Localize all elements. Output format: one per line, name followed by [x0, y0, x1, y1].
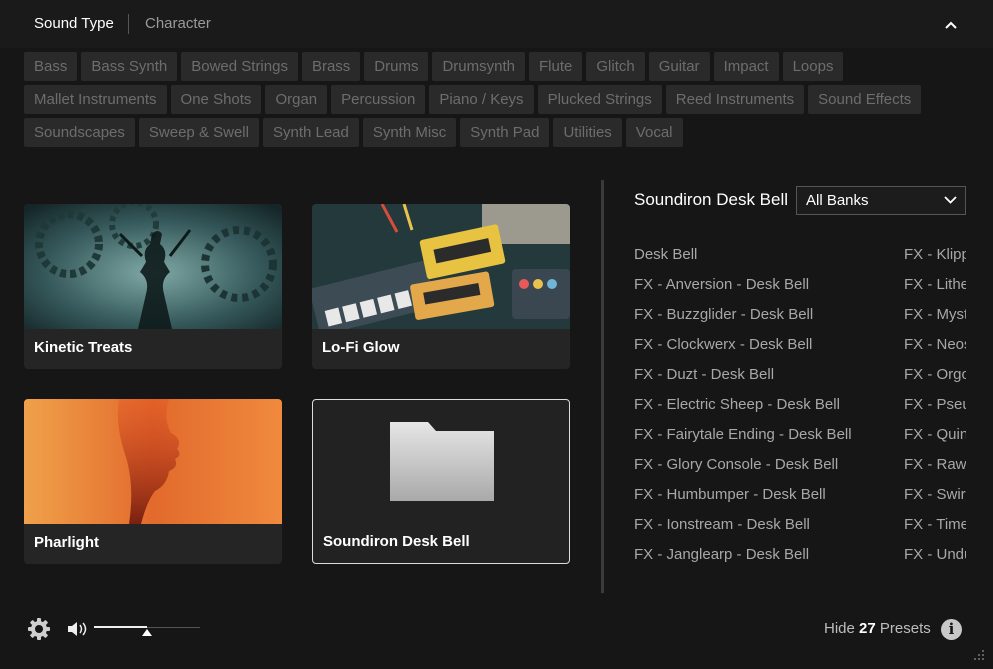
tag-synth-pad[interactable]: Synth Pad: [460, 118, 550, 147]
tab-character[interactable]: Character: [145, 15, 211, 32]
preset-list-col-2: FX - Klipp FX - Lithe FX - Myst FX - Neo…: [904, 245, 966, 575]
tag-piano-keys[interactable]: Piano / Keys: [429, 85, 534, 114]
speaker-icon[interactable]: [66, 619, 88, 639]
card-title: Lo-Fi Glow: [322, 339, 400, 356]
hide-label: Hide: [824, 620, 855, 637]
info-icon[interactable]: i: [941, 619, 962, 640]
tab-sound-type[interactable]: Sound Type: [34, 15, 114, 32]
hide-presets-button[interactable]: Hide 27 Presets: [824, 620, 931, 637]
preset-item[interactable]: FX - Duzt - Desk Bell: [634, 366, 774, 383]
tag-brass[interactable]: Brass: [301, 52, 361, 81]
product-card-kinetic-treats[interactable]: Kinetic Treats: [24, 204, 282, 369]
preset-item[interactable]: FX - Lithe: [904, 275, 966, 305]
preset-item[interactable]: FX - Time: [904, 515, 966, 545]
product-card-pharlight[interactable]: Pharlight: [24, 399, 282, 564]
preset-item[interactable]: FX - Glory Console - Desk Bell: [634, 456, 838, 473]
sound-type-tags: Bass Bass Synth Bowed Strings Brass Drum…: [24, 52, 954, 151]
card-title: Soundiron Desk Bell: [323, 533, 470, 550]
tag-impact[interactable]: Impact: [713, 52, 779, 81]
preset-item[interactable]: FX - Swirl: [904, 485, 966, 515]
tag-loops[interactable]: Loops: [782, 52, 844, 81]
tag-row-3: Soundscapes Sweep & Swell Synth Lead Syn…: [24, 118, 954, 147]
bank-dropdown-value: All Banks: [806, 192, 869, 209]
resize-grip-icon[interactable]: [970, 646, 986, 662]
volume-fill: [94, 626, 147, 628]
pharlight-artwork: [24, 399, 282, 524]
tag-synth-misc[interactable]: Synth Misc: [362, 118, 457, 147]
preset-item[interactable]: FX - Clockwerx - Desk Bell: [634, 336, 812, 353]
tag-bowed-strings[interactable]: Bowed Strings: [181, 52, 298, 81]
preset-item[interactable]: FX - Pseu: [904, 395, 966, 425]
preset-item[interactable]: FX - Neos: [904, 335, 966, 365]
tab-divider: [128, 14, 129, 34]
tag-percussion[interactable]: Percussion: [331, 85, 426, 114]
presets-label: Presets: [879, 620, 931, 637]
preset-item[interactable]: FX - Orgo: [904, 365, 966, 395]
tag-bass-synth[interactable]: Bass Synth: [81, 52, 178, 81]
product-title: Soundiron Desk Bell: [634, 190, 789, 209]
panel-divider[interactable]: [601, 180, 604, 593]
tag-sound-effects[interactable]: Sound Effects: [808, 85, 922, 114]
tag-reed-instruments[interactable]: Reed Instruments: [665, 85, 805, 114]
lo-fi-glow-artwork: [312, 204, 570, 329]
preset-count: 27: [859, 620, 876, 637]
folder-icon: [390, 422, 494, 501]
preset-item[interactable]: FX - Undu: [904, 545, 966, 575]
preset-item[interactable]: FX - Rawg: [904, 455, 966, 485]
preset-item[interactable]: FX - Ionstream - Desk Bell: [634, 516, 810, 533]
product-card-soundiron-desk-bell[interactable]: Soundiron Desk Bell: [312, 399, 570, 564]
tag-vocal[interactable]: Vocal: [625, 118, 683, 147]
preset-item[interactable]: FX - Fairytale Ending - Desk Bell: [634, 426, 852, 443]
bank-dropdown[interactable]: All Banks: [796, 186, 966, 215]
tag-glitch[interactable]: Glitch: [586, 52, 645, 81]
tag-guitar[interactable]: Guitar: [648, 52, 710, 81]
card-title: Kinetic Treats: [34, 339, 133, 356]
tag-plucked-strings[interactable]: Plucked Strings: [537, 85, 662, 114]
preset-item[interactable]: FX - Anversion - Desk Bell: [634, 276, 809, 293]
tag-sweep-swell[interactable]: Sweep & Swell: [138, 118, 259, 147]
tag-organ[interactable]: Organ: [265, 85, 328, 114]
product-card-lo-fi-glow[interactable]: Lo-Fi Glow: [312, 204, 570, 369]
preset-item[interactable]: Desk Bell: [634, 246, 697, 263]
preset-item[interactable]: FX - Myst: [904, 305, 966, 335]
kinetic-treats-artwork: [24, 204, 282, 329]
tag-one-shots[interactable]: One Shots: [170, 85, 262, 114]
preset-item[interactable]: FX - Quin: [904, 425, 966, 455]
tag-drumsynth[interactable]: Drumsynth: [432, 52, 525, 81]
tag-row-1: Bass Bass Synth Bowed Strings Brass Drum…: [24, 52, 954, 81]
tag-soundscapes[interactable]: Soundscapes: [24, 118, 135, 147]
card-title: Pharlight: [34, 534, 100, 551]
volume-slider[interactable]: [94, 621, 200, 636]
tag-row-2: Mallet Instruments One Shots Organ Percu…: [24, 85, 954, 114]
gear-icon[interactable]: [27, 617, 51, 641]
chevron-down-icon: [944, 196, 957, 204]
chevron-up-icon[interactable]: [940, 14, 962, 36]
tag-utilities[interactable]: Utilities: [553, 118, 622, 147]
tag-mallet-instruments[interactable]: Mallet Instruments: [24, 85, 167, 114]
preset-item[interactable]: FX - Humbumper - Desk Bell: [634, 486, 826, 503]
tag-flute[interactable]: Flute: [529, 52, 583, 81]
preset-item[interactable]: FX - Buzzglider - Desk Bell: [634, 306, 813, 323]
preset-item[interactable]: FX - Klipp: [904, 245, 966, 275]
header-bar: Sound Type Character: [0, 0, 993, 48]
volume-thumb[interactable]: [142, 629, 152, 636]
tag-bass[interactable]: Bass: [24, 52, 78, 81]
tag-drums[interactable]: Drums: [364, 52, 429, 81]
preset-item[interactable]: FX - Electric Sheep - Desk Bell: [634, 396, 840, 413]
preset-item[interactable]: FX - Janglearp - Desk Bell: [634, 546, 809, 563]
tag-synth-lead[interactable]: Synth Lead: [262, 118, 359, 147]
